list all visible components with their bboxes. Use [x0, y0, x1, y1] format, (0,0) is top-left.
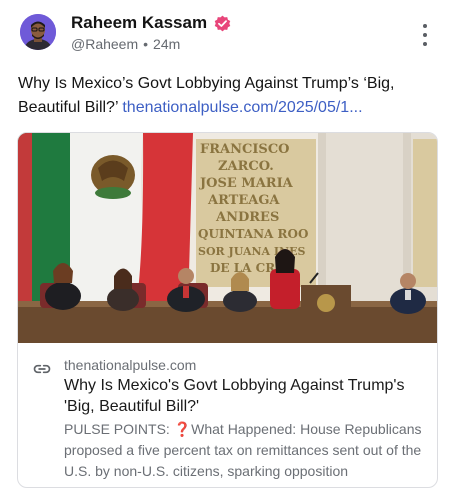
author-handle[interactable]: @Raheem [71, 36, 138, 52]
link-preview-domain: thenationalpulse.com [64, 357, 197, 373]
author-row: Raheem Kassam [71, 13, 232, 33]
more-options-icon[interactable] [416, 24, 434, 46]
link-preview-image[interactable]: FRANCISCO ZARCO. JOSE MARIA ARTEAGA ANDR… [18, 133, 437, 343]
author-name[interactable]: Raheem Kassam [71, 13, 207, 33]
inscription-line-5: ANDRES [215, 210, 279, 225]
separator-dot: • [143, 36, 149, 52]
link-preview-description: PULSE POINTS: ❓What Happened: House Repu… [64, 421, 422, 479]
handle-row: @Raheem • 24m [71, 36, 180, 52]
inscription-line-1: FRANCISCO [200, 142, 290, 157]
link-preview-body: thenationalpulse.com Why Is Mexico's Gov… [18, 343, 437, 487]
post-text: Why Is Mexico’s Govt Lobbying Against Tr… [18, 72, 438, 120]
post-timestamp[interactable]: 24m [153, 36, 180, 52]
post-link[interactable]: thenationalpulse.com/2025/05/1... [122, 99, 362, 116]
inscription-line-4: ARTEAGA [207, 193, 280, 208]
post-header: Raheem Kassam @Raheem • 24m [0, 0, 455, 62]
avatar[interactable] [20, 14, 56, 50]
link-preview-card[interactable]: FRANCISCO ZARCO. JOSE MARIA ARTEAGA ANDR… [17, 132, 438, 488]
inscription-line-2: ZARCO. [218, 159, 274, 174]
inscription-line-6: QUINTANA ROO [198, 227, 308, 241]
verified-badge-icon [213, 14, 232, 33]
inscription-line-3: JOSE MARIA [199, 176, 294, 191]
link-icon [32, 359, 52, 379]
link-preview-title[interactable]: Why Is Mexico's Govt Lobbying Against Tr… [64, 375, 432, 417]
